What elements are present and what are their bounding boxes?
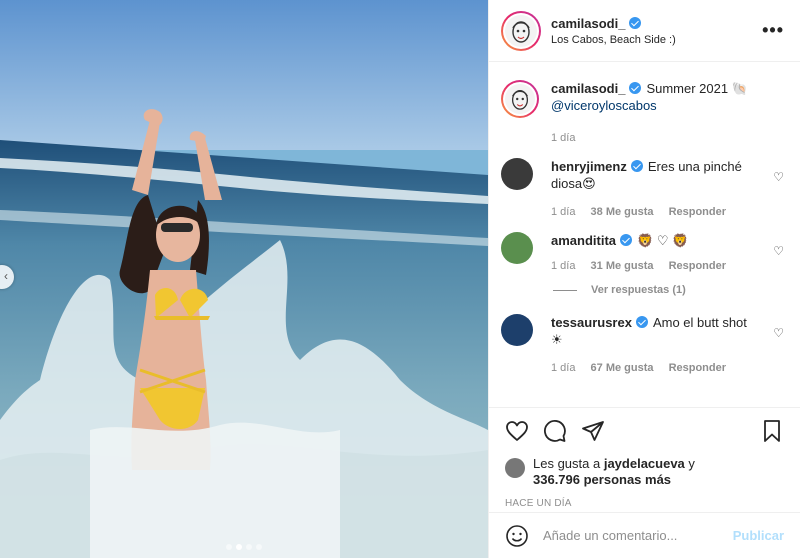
replies-divider	[553, 289, 577, 291]
comment-input[interactable]	[543, 528, 733, 543]
comment-item: amanditita 🦁 ♡ 🦁 1 día 31 Me gusta Respon…	[501, 232, 784, 272]
carousel-indicator	[0, 544, 488, 550]
comment-reply-button[interactable]: Responder	[669, 260, 726, 272]
carousel-dot-active	[236, 544, 242, 550]
bookmark-save-icon[interactable]	[760, 419, 784, 443]
comment-like-count[interactable]: 67 Me gusta	[591, 362, 654, 374]
emoji-picker-icon[interactable]	[505, 524, 529, 548]
face-sketch-icon	[505, 14, 537, 47]
face-sketch-icon	[505, 84, 535, 114]
instagram-post: ‹ camilasodi_ Los Cabos, Beach Side :) •…	[0, 0, 800, 558]
comments-list: camilasodi_ Summer 2021 🐚 @viceroyloscabo…	[489, 62, 800, 407]
liker-username[interactable]: jaydelacueva	[604, 456, 685, 471]
post-actions: Les gusta a jaydelacueva y 336.796 perso…	[489, 407, 800, 509]
verified-badge-icon	[635, 316, 648, 328]
caption-author-avatar[interactable]	[501, 80, 539, 118]
post-header: camilasodi_ Los Cabos, Beach Side :) •••	[489, 0, 800, 62]
comment-like-count[interactable]: 38 Me gusta	[591, 206, 654, 218]
comment-reply-button[interactable]: Responder	[669, 206, 726, 218]
verified-badge-icon	[620, 234, 633, 246]
post-timestamp[interactable]: HACE UN DÍA	[505, 498, 784, 509]
caption-mention-link[interactable]: @viceroyloscabos	[551, 98, 657, 113]
beach-photo-illustration	[0, 0, 488, 558]
commenter-avatar[interactable]	[501, 232, 533, 264]
caption-time[interactable]: 1 día	[551, 132, 575, 144]
carousel-dot	[246, 544, 252, 550]
likes-summary: Les gusta a jaydelacueva y 336.796 perso…	[505, 456, 784, 488]
post-side-panel: camilasodi_ Los Cabos, Beach Side :) •••…	[488, 0, 800, 558]
more-options-button[interactable]: •••	[762, 20, 784, 41]
verified-badge-icon	[630, 160, 643, 172]
likes-count-button[interactable]: 336.796 personas más	[533, 472, 671, 487]
likes-prefix: Les gusta a	[533, 456, 601, 471]
comment-time[interactable]: 1 día	[551, 206, 575, 218]
carousel-dot	[256, 544, 262, 550]
comment-username[interactable]: tessaurusrex	[551, 315, 632, 330]
comment-item: henryjimenz Eres una pinché diosa😍 1 día …	[501, 158, 784, 218]
likes-suffix: y	[688, 456, 695, 471]
heart-icon[interactable]	[505, 419, 529, 443]
comment-like-count[interactable]: 31 Me gusta	[591, 260, 654, 272]
comment-username[interactable]: amanditita	[551, 233, 616, 248]
view-replies-button[interactable]: Ver respuestas (1)	[553, 284, 784, 296]
comment-reply-button[interactable]: Responder	[669, 362, 726, 374]
comment-time[interactable]: 1 día	[551, 362, 575, 374]
like-comment-heart-icon[interactable]: ♡	[773, 326, 784, 340]
caption-text: Summer 2021 🐚	[646, 81, 748, 96]
commenter-avatar[interactable]	[501, 158, 533, 190]
like-comment-heart-icon[interactable]: ♡	[773, 170, 784, 184]
comment-time[interactable]: 1 día	[551, 260, 575, 272]
liker-avatar[interactable]	[505, 458, 525, 478]
caption: camilasodi_ Summer 2021 🐚 @viceroyloscabo…	[501, 80, 784, 144]
view-replies-label: Ver respuestas (1)	[591, 284, 686, 296]
verified-badge-icon	[629, 17, 642, 29]
author-username[interactable]: camilasodi_	[551, 16, 625, 31]
publish-comment-button[interactable]: Publicar	[733, 528, 784, 543]
like-comment-heart-icon[interactable]: ♡	[773, 244, 784, 258]
post-location[interactable]: Los Cabos, Beach Side :)	[551, 34, 762, 46]
comment-text: 🦁 ♡ 🦁	[637, 233, 689, 248]
commenter-avatar[interactable]	[501, 314, 533, 346]
comment-username[interactable]: henryjimenz	[551, 159, 627, 174]
chevron-left-icon: ‹	[4, 269, 8, 283]
post-photo[interactable]: ‹	[0, 0, 488, 558]
carousel-dot	[226, 544, 232, 550]
share-paper-plane-icon[interactable]	[581, 419, 605, 443]
author-avatar[interactable]	[501, 10, 541, 51]
verified-badge-icon	[629, 82, 642, 94]
comment-bubble-icon[interactable]	[543, 419, 567, 443]
comment-item: tessaurusrex Amo el butt shot ☀ 1 día 67 …	[501, 314, 784, 374]
add-comment-bar: Publicar	[489, 512, 800, 558]
caption-username[interactable]: camilasodi_	[551, 81, 625, 96]
